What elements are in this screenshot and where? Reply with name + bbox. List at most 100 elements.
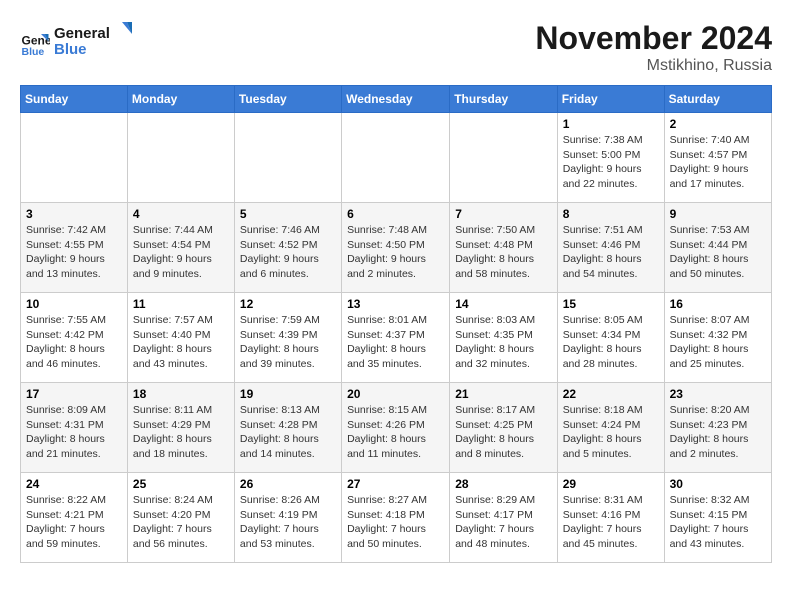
day-number: 13	[347, 297, 444, 311]
calendar-day-13: 13 Sunrise: 8:01 AM Sunset: 4:37 PM Dayli…	[342, 293, 450, 383]
logo-graphic: General Blue	[54, 20, 134, 60]
day-info: Sunrise: 8:11 AM Sunset: 4:29 PM Dayligh…	[133, 403, 229, 462]
calendar-day-empty	[234, 113, 341, 203]
calendar-day-3: 3 Sunrise: 7:42 AM Sunset: 4:55 PM Daylig…	[21, 203, 128, 293]
day-number: 14	[455, 297, 551, 311]
calendar-day-17: 17Sunrise: 8:09 AM Sunset: 4:31 PM Dayli…	[21, 383, 128, 473]
calendar-day-18: 18 Sunrise: 8:11 AM Sunset: 4:29 PM Dayli…	[127, 383, 234, 473]
calendar-day-20: 20 Sunrise: 8:15 AM Sunset: 4:26 PM Dayli…	[342, 383, 450, 473]
day-info: Sunrise: 8:18 AM Sunset: 4:24 PM Dayligh…	[563, 403, 659, 462]
day-number: 3	[26, 207, 122, 221]
day-info: Sunrise: 7:50 AM Sunset: 4:48 PM Dayligh…	[455, 223, 551, 282]
calendar-day-9: 9 Sunrise: 7:53 AM Sunset: 4:44 PM Daylig…	[664, 203, 771, 293]
day-number: 15	[563, 297, 659, 311]
day-info: Sunrise: 8:09 AM Sunset: 4:31 PM Dayligh…	[26, 403, 122, 462]
day-number: 20	[347, 387, 444, 401]
day-info: Sunrise: 8:20 AM Sunset: 4:23 PM Dayligh…	[670, 403, 766, 462]
day-number: 26	[240, 477, 336, 491]
day-number: 18	[133, 387, 229, 401]
calendar-day-4: 4 Sunrise: 7:44 AM Sunset: 4:54 PM Daylig…	[127, 203, 234, 293]
svg-text:Blue: Blue	[22, 46, 45, 58]
logo-icon: General Blue	[20, 28, 50, 58]
day-number: 12	[240, 297, 336, 311]
calendar-day-21: 21 Sunrise: 8:17 AM Sunset: 4:25 PM Dayli…	[450, 383, 557, 473]
day-info: Sunrise: 7:55 AM Sunset: 4:42 PM Dayligh…	[26, 313, 122, 372]
day-number: 8	[563, 207, 659, 221]
calendar-day-10: 10 Sunrise: 7:55 AM Sunset: 4:42 PM Dayli…	[21, 293, 128, 383]
calendar-day-1: 1 Sunrise: 7:38 AM Sunset: 5:00 PM Daylig…	[557, 113, 664, 203]
weekday-header-thursday: Thursday	[450, 86, 557, 113]
day-info: Sunrise: 7:57 AM Sunset: 4:40 PM Dayligh…	[133, 313, 229, 372]
day-number: 29	[563, 477, 659, 491]
day-info: Sunrise: 8:22 AM Sunset: 4:21 PM Dayligh…	[26, 493, 122, 552]
svg-text:General: General	[54, 25, 110, 42]
day-info: Sunrise: 7:53 AM Sunset: 4:44 PM Dayligh…	[670, 223, 766, 282]
calendar-day-15: 15 Sunrise: 8:05 AM Sunset: 4:34 PM Dayli…	[557, 293, 664, 383]
day-number: 22	[563, 387, 659, 401]
day-number: 10	[26, 297, 122, 311]
calendar-day-empty	[127, 113, 234, 203]
day-info: Sunrise: 8:01 AM Sunset: 4:37 PM Dayligh…	[347, 313, 444, 372]
day-number: 6	[347, 207, 444, 221]
calendar-day-7: 7 Sunrise: 7:50 AM Sunset: 4:48 PM Daylig…	[450, 203, 557, 293]
day-info: Sunrise: 7:44 AM Sunset: 4:54 PM Dayligh…	[133, 223, 229, 282]
calendar-day-30: 30Sunrise: 8:32 AM Sunset: 4:15 PM Dayli…	[664, 473, 771, 563]
weekday-header-wednesday: Wednesday	[342, 86, 450, 113]
day-number: 16	[670, 297, 766, 311]
calendar-day-23: 23Sunrise: 8:20 AM Sunset: 4:23 PM Dayli…	[664, 383, 771, 473]
weekday-header-row: SundayMondayTuesdayWednesdayThursdayFrid…	[21, 86, 772, 113]
logo: General Blue General Blue	[20, 20, 134, 65]
day-info: Sunrise: 8:31 AM Sunset: 4:16 PM Dayligh…	[563, 493, 659, 552]
weekday-header-sunday: Sunday	[21, 86, 128, 113]
day-info: Sunrise: 7:38 AM Sunset: 5:00 PM Dayligh…	[563, 133, 659, 192]
calendar-day-5: 5Sunrise: 7:46 AM Sunset: 4:52 PM Daylig…	[234, 203, 341, 293]
day-info: Sunrise: 8:07 AM Sunset: 4:32 PM Dayligh…	[670, 313, 766, 372]
calendar-week-row: 3 Sunrise: 7:42 AM Sunset: 4:55 PM Daylig…	[21, 203, 772, 293]
day-number: 4	[133, 207, 229, 221]
calendar-week-row: 1 Sunrise: 7:38 AM Sunset: 5:00 PM Daylig…	[21, 113, 772, 203]
day-info: Sunrise: 8:13 AM Sunset: 4:28 PM Dayligh…	[240, 403, 336, 462]
calendar-day-14: 14 Sunrise: 8:03 AM Sunset: 4:35 PM Dayli…	[450, 293, 557, 383]
calendar-day-27: 27Sunrise: 8:27 AM Sunset: 4:18 PM Dayli…	[342, 473, 450, 563]
day-number: 7	[455, 207, 551, 221]
day-info: Sunrise: 8:32 AM Sunset: 4:15 PM Dayligh…	[670, 493, 766, 552]
day-info: Sunrise: 8:27 AM Sunset: 4:18 PM Dayligh…	[347, 493, 444, 552]
day-info: Sunrise: 7:42 AM Sunset: 4:55 PM Dayligh…	[26, 223, 122, 282]
calendar-day-2: 2Sunrise: 7:40 AM Sunset: 4:57 PM Daylig…	[664, 113, 771, 203]
day-info: Sunrise: 8:17 AM Sunset: 4:25 PM Dayligh…	[455, 403, 551, 462]
day-info: Sunrise: 8:15 AM Sunset: 4:26 PM Dayligh…	[347, 403, 444, 462]
day-number: 24	[26, 477, 122, 491]
day-number: 11	[133, 297, 229, 311]
weekday-header-monday: Monday	[127, 86, 234, 113]
calendar-day-29: 29 Sunrise: 8:31 AM Sunset: 4:16 PM Dayli…	[557, 473, 664, 563]
day-number: 25	[133, 477, 229, 491]
day-number: 21	[455, 387, 551, 401]
day-info: Sunrise: 7:51 AM Sunset: 4:46 PM Dayligh…	[563, 223, 659, 282]
day-number: 28	[455, 477, 551, 491]
day-number: 5	[240, 207, 336, 221]
title-area: November 2024 Mstikhino, Russia	[535, 20, 772, 75]
calendar-day-8: 8 Sunrise: 7:51 AM Sunset: 4:46 PM Daylig…	[557, 203, 664, 293]
day-number: 19	[240, 387, 336, 401]
day-number: 1	[563, 117, 659, 131]
header: General Blue General Blue November 2024 …	[20, 20, 772, 75]
calendar-table: SundayMondayTuesdayWednesdayThursdayFrid…	[20, 85, 772, 563]
day-info: Sunrise: 8:24 AM Sunset: 4:20 PM Dayligh…	[133, 493, 229, 552]
day-info: Sunrise: 8:05 AM Sunset: 4:34 PM Dayligh…	[563, 313, 659, 372]
day-info: Sunrise: 7:59 AM Sunset: 4:39 PM Dayligh…	[240, 313, 336, 372]
weekday-header-friday: Friday	[557, 86, 664, 113]
svg-text:Blue: Blue	[54, 41, 87, 58]
calendar-week-row: 24 Sunrise: 8:22 AM Sunset: 4:21 PM Dayli…	[21, 473, 772, 563]
calendar-day-19: 19 Sunrise: 8:13 AM Sunset: 4:28 PM Dayli…	[234, 383, 341, 473]
calendar-day-empty	[342, 113, 450, 203]
day-info: Sunrise: 8:03 AM Sunset: 4:35 PM Dayligh…	[455, 313, 551, 372]
calendar-day-26: 26Sunrise: 8:26 AM Sunset: 4:19 PM Dayli…	[234, 473, 341, 563]
day-info: Sunrise: 7:48 AM Sunset: 4:50 PM Dayligh…	[347, 223, 444, 282]
weekday-header-tuesday: Tuesday	[234, 86, 341, 113]
calendar-week-row: 17Sunrise: 8:09 AM Sunset: 4:31 PM Dayli…	[21, 383, 772, 473]
calendar-day-28: 28Sunrise: 8:29 AM Sunset: 4:17 PM Dayli…	[450, 473, 557, 563]
location-title: Mstikhino, Russia	[535, 57, 772, 75]
calendar-day-16: 16 Sunrise: 8:07 AM Sunset: 4:32 PM Dayli…	[664, 293, 771, 383]
day-number: 9	[670, 207, 766, 221]
month-title: November 2024	[535, 20, 772, 57]
